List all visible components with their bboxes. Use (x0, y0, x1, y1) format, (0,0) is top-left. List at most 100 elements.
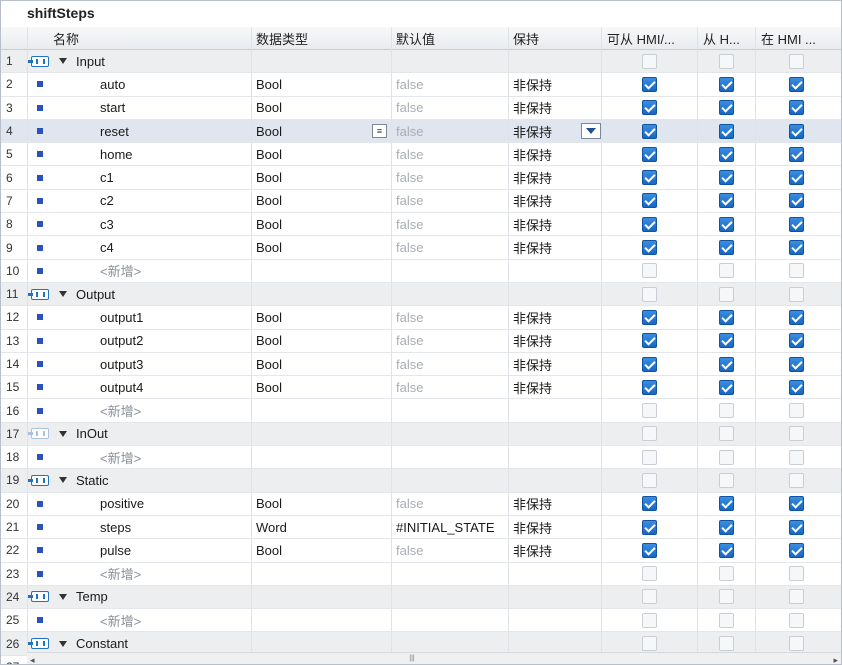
hmi-visible-checkbox[interactable] (719, 636, 734, 652)
column-header-hmi-setpoint[interactable]: 在 HMI ... (756, 27, 836, 49)
scroll-right-icon[interactable]: ▸ (833, 655, 838, 664)
hmi-accessible-checkbox[interactable] (642, 612, 657, 628)
collapse-triangle-icon[interactable] (59, 430, 67, 437)
variable-name[interactable]: c1 (53, 166, 251, 188)
default-value-cell[interactable]: false (392, 539, 508, 561)
data-type-cell[interactable]: Bool (252, 493, 391, 515)
data-type-cell[interactable]: Bool (252, 97, 391, 119)
hmi-visible-checkbox[interactable] (719, 566, 734, 582)
section-row[interactable]: 19 Static (1, 469, 841, 493)
default-value-cell[interactable]: false (392, 493, 508, 515)
hmi-accessible-checkbox[interactable] (642, 403, 657, 419)
hmi-visible-checkbox[interactable] (719, 123, 734, 139)
hmi-accessible-checkbox[interactable] (642, 636, 657, 652)
hmi-accessible-checkbox[interactable] (642, 53, 657, 69)
hmi-accessible-checkbox[interactable] (642, 286, 657, 302)
hmi-setpoint-checkbox[interactable] (788, 286, 804, 302)
hmi-accessible-checkbox[interactable] (642, 309, 657, 325)
hmi-setpoint-checkbox[interactable] (788, 240, 804, 256)
hmi-accessible-checkbox[interactable] (642, 379, 657, 395)
table-row[interactable]: 2 auto Bool false 非保持 (1, 73, 841, 97)
collapse-triangle-icon[interactable] (59, 640, 67, 647)
retain-cell[interactable]: 非保持 (509, 330, 601, 352)
retain-cell[interactable] (509, 260, 601, 282)
column-header-retain[interactable]: 保持 (509, 27, 601, 49)
data-type-cell[interactable]: Bool (252, 236, 391, 258)
column-header-hmi-accessible[interactable]: 可从 HMI/... (602, 27, 697, 49)
table-row[interactable]: 15 output4 Bool false 非保持 (1, 376, 841, 400)
table-row[interactable]: 13 output2 Bool false 非保持 (1, 330, 841, 353)
hmi-accessible-checkbox[interactable] (642, 589, 657, 605)
horizontal-scrollbar[interactable]: ◂ ||| ▸ (27, 652, 841, 664)
hmi-accessible-checkbox[interactable] (642, 76, 657, 92)
default-value-cell[interactable]: false (392, 330, 508, 352)
add-new-cell[interactable]: <新增> (53, 446, 251, 468)
retain-dropdown-button[interactable] (581, 122, 601, 139)
section-name-cell[interactable]: Temp (53, 586, 251, 608)
hmi-setpoint-checkbox[interactable] (788, 472, 804, 488)
hmi-setpoint-checkbox[interactable] (788, 53, 804, 69)
default-value-cell[interactable] (392, 446, 508, 468)
data-type-cell[interactable]: Bool (252, 539, 391, 561)
retain-cell[interactable] (509, 399, 601, 421)
table-row[interactable]: 20 positive Bool false 非保持 (1, 493, 841, 516)
section-row[interactable]: 17 InOut (1, 422, 841, 447)
collapse-triangle-icon[interactable] (59, 291, 67, 298)
hmi-setpoint-checkbox[interactable] (788, 542, 804, 558)
hmi-setpoint-checkbox[interactable] (788, 636, 804, 652)
variable-name[interactable]: c4 (53, 236, 251, 258)
default-value-cell[interactable] (392, 399, 508, 421)
scroll-thumb[interactable]: ||| (397, 655, 427, 662)
column-header-default[interactable]: 默认值 (392, 27, 508, 49)
default-value-cell[interactable]: false (392, 376, 508, 398)
table-row[interactable]: 5 home Bool false 非保持 (1, 143, 841, 167)
default-value-cell[interactable] (392, 563, 508, 585)
data-type-cell[interactable]: Bool (252, 73, 391, 95)
hmi-setpoint-checkbox[interactable] (788, 309, 804, 325)
table-row[interactable]: 7 c2 Bool false 非保持 (1, 190, 841, 214)
retain-cell[interactable] (509, 283, 601, 305)
data-type-cell[interactable] (252, 469, 391, 491)
variable-name[interactable]: output3 (53, 353, 251, 375)
add-new-cell[interactable]: <新增> (53, 563, 251, 585)
data-type-cell[interactable]: Bool (252, 166, 391, 188)
hmi-accessible-checkbox[interactable] (642, 146, 657, 162)
variable-name[interactable]: start (53, 97, 251, 119)
hmi-visible-checkbox[interactable] (719, 263, 734, 279)
hmi-setpoint-checkbox[interactable] (788, 589, 804, 605)
table-row[interactable]: 8 c3 Bool false 非保持 (1, 213, 841, 237)
hmi-visible-checkbox[interactable] (719, 472, 734, 488)
hmi-setpoint-checkbox[interactable] (788, 426, 804, 442)
data-type-cell[interactable] (252, 609, 391, 631)
variable-name[interactable]: auto (53, 73, 251, 95)
data-type-cell[interactable]: Bool (252, 120, 391, 142)
hmi-setpoint-checkbox[interactable] (788, 76, 804, 92)
hmi-visible-checkbox[interactable] (719, 146, 734, 162)
retain-cell[interactable]: 非保持 (509, 143, 601, 165)
column-header-name[interactable]: 名称 (53, 27, 251, 49)
default-value-cell[interactable] (392, 50, 508, 72)
hmi-visible-checkbox[interactable] (719, 53, 734, 69)
data-type-cell[interactable]: Bool (252, 330, 391, 352)
variable-name[interactable]: home (53, 143, 251, 165)
hmi-setpoint-checkbox[interactable] (788, 356, 804, 372)
variable-name[interactable]: pulse (53, 539, 251, 561)
hmi-accessible-checkbox[interactable] (642, 426, 657, 442)
hmi-accessible-checkbox[interactable] (642, 263, 657, 279)
default-value-cell[interactable] (392, 283, 508, 305)
variable-name[interactable]: c3 (53, 213, 251, 235)
hmi-visible-checkbox[interactable] (719, 379, 734, 395)
hmi-setpoint-checkbox[interactable] (788, 519, 804, 535)
collapse-triangle-icon[interactable] (59, 593, 67, 600)
retain-cell[interactable]: 非保持 (509, 213, 601, 235)
retain-cell[interactable]: 非保持 (509, 97, 601, 119)
hmi-accessible-checkbox[interactable] (642, 356, 657, 372)
retain-cell[interactable] (509, 423, 601, 445)
default-value-cell[interactable] (392, 423, 508, 445)
hmi-visible-checkbox[interactable] (719, 286, 734, 302)
hmi-setpoint-checkbox[interactable] (788, 566, 804, 582)
hmi-accessible-checkbox[interactable] (642, 170, 657, 186)
add-new-row[interactable]: 16 <新增> (1, 399, 841, 423)
hmi-accessible-checkbox[interactable] (642, 472, 657, 488)
add-new-cell[interactable]: <新增> (53, 260, 251, 282)
